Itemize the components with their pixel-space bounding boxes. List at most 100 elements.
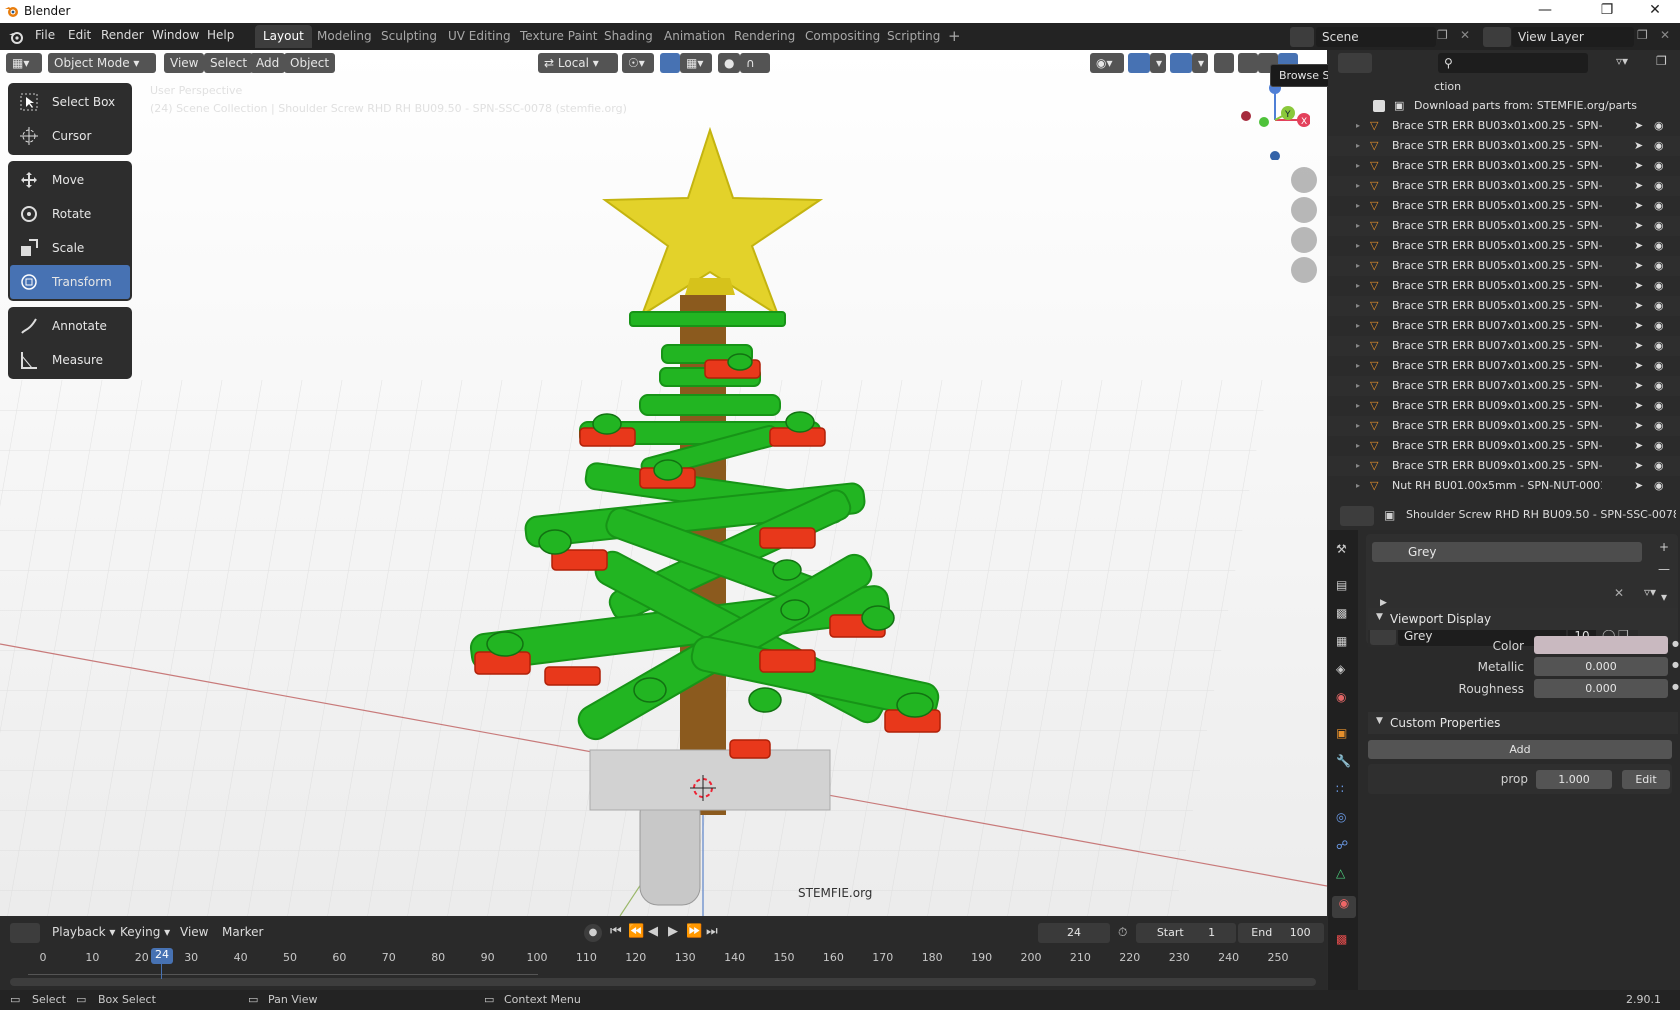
jump-start-button[interactable]: ⏮ xyxy=(610,924,622,939)
outliner-item[interactable]: ▸ ▽ Brace STR ERR BU05x01x00.25 - SPN-BRC-… xyxy=(1328,236,1680,256)
menu-select[interactable]: Select xyxy=(204,53,254,73)
pivot-select[interactable]: ☉▾ xyxy=(622,53,654,73)
timeline-editor-type[interactable] xyxy=(10,923,40,943)
selectable-icon[interactable]: ➤ xyxy=(1634,316,1643,336)
outliner-item[interactable]: ▸ ▽ Brace STR ERR BU07x01x00.25 - SPN-BRC-… xyxy=(1328,376,1680,396)
render-tab-icon[interactable]: ▤ xyxy=(1336,578,1352,594)
modifier-tab-icon[interactable]: 🔧 xyxy=(1336,754,1352,770)
outliner-item[interactable]: ▸ ▽ Brace STR ERR BU03x01x00.25 - SPN-BRC-… xyxy=(1328,116,1680,136)
tab-rendering[interactable]: Rendering xyxy=(726,25,803,48)
material-slot-item[interactable]: Grey xyxy=(1372,542,1642,562)
eye-icon[interactable]: ◉ xyxy=(1654,196,1664,216)
constraints-tab-icon[interactable]: ☍ xyxy=(1336,838,1352,854)
blender-menu-icon[interactable] xyxy=(8,29,24,45)
mode-select[interactable]: Object Mode ▾ xyxy=(48,53,156,73)
edit-property-button[interactable]: Edit xyxy=(1622,770,1670,789)
tool-transform[interactable]: Transform xyxy=(10,265,130,299)
eye-icon[interactable]: ◉ xyxy=(1654,296,1664,316)
record-button[interactable]: ● xyxy=(584,924,602,942)
outliner-search-input[interactable]: ⚲ xyxy=(1438,53,1588,73)
selectable-icon[interactable]: ➤ xyxy=(1634,336,1643,356)
tab-uv-editing[interactable]: UV Editing xyxy=(440,25,519,48)
slot-specials-button[interactable]: ▾ xyxy=(1654,590,1674,610)
expand-icon[interactable]: ▸ xyxy=(1356,236,1360,256)
jump-end-button[interactable]: ⏭ xyxy=(706,924,718,939)
metallic-slider[interactable]: 0.000 xyxy=(1534,657,1668,676)
minimize-button[interactable]: — xyxy=(1530,2,1560,18)
outliner-editor-type[interactable] xyxy=(1338,53,1372,73)
expand-icon[interactable]: ▸ xyxy=(1356,416,1360,436)
outliner-item[interactable]: ▸ ▽ Brace STR ERR BU09x01x00.25 - SPN-BRC-… xyxy=(1328,396,1680,416)
roughness-slider[interactable]: 0.000 xyxy=(1534,679,1668,698)
next-keyframe-button[interactable]: ⏩ xyxy=(686,924,702,939)
tool-measure[interactable]: Measure xyxy=(10,343,130,377)
add-workspace-button[interactable]: + xyxy=(940,25,969,48)
shading-wireframe[interactable] xyxy=(1238,53,1258,73)
preview-range-icon[interactable]: ⏱ xyxy=(1118,925,1127,940)
selectable-icon[interactable]: ➤ xyxy=(1634,236,1643,256)
pan-view-icon[interactable] xyxy=(1291,197,1317,223)
tab-scripting[interactable]: Scripting xyxy=(879,25,948,48)
new-collection-icon[interactable]: ❐ xyxy=(1656,54,1667,68)
expand-icon[interactable]: ▸ xyxy=(1356,476,1360,496)
selectable-icon[interactable]: ➤ xyxy=(1634,416,1643,436)
menu-help[interactable]: Help xyxy=(207,28,234,42)
expand-icon[interactable]: ▸ xyxy=(1356,176,1360,196)
view-layer-browse-button[interactable] xyxy=(1483,27,1511,47)
expand-icon[interactable]: ▸ xyxy=(1356,116,1360,136)
eye-icon[interactable]: ◉ xyxy=(1654,156,1664,176)
snap-toggle[interactable] xyxy=(660,53,680,73)
eye-icon[interactable]: ◉ xyxy=(1654,356,1664,376)
navigation-gizmo[interactable]: X Y xyxy=(1230,80,1310,160)
delete-scene-icon[interactable]: ✕ xyxy=(1460,28,1470,42)
selectable-icon[interactable]: ➤ xyxy=(1634,296,1643,316)
unlink-material-icon[interactable]: ✕ xyxy=(1614,586,1624,600)
outliner-item[interactable]: ▸ ▽ Brace STR ERR BU05x01x00.25 - SPN-BRC-… xyxy=(1328,276,1680,296)
viewport-display-header[interactable]: ▼ Viewport Display xyxy=(1368,608,1678,630)
selectable-icon[interactable]: ➤ xyxy=(1634,256,1643,276)
particles-tab-icon[interactable]: ∷ xyxy=(1336,782,1352,798)
expand-icon[interactable]: ▸ xyxy=(1356,296,1360,316)
properties-editor-type[interactable] xyxy=(1340,506,1374,526)
eye-icon[interactable]: ◉ xyxy=(1654,136,1664,156)
selectable-icon[interactable]: ➤ xyxy=(1634,116,1643,136)
texture-tab-icon[interactable]: ▩ xyxy=(1336,932,1352,948)
overlay-options[interactable]: ▾ xyxy=(1192,53,1208,73)
tab-layout[interactable]: Layout xyxy=(255,25,312,48)
maximize-button[interactable]: ❐ xyxy=(1592,2,1622,18)
prop-value[interactable]: 1.000 xyxy=(1536,770,1612,789)
eye-icon[interactable]: ◉ xyxy=(1654,436,1664,456)
eye-icon[interactable]: ◉ xyxy=(1654,216,1664,236)
tab-shading[interactable]: Shading xyxy=(596,25,661,48)
expand-icon[interactable]: ▸ xyxy=(1356,336,1360,356)
tab-compositing[interactable]: Compositing xyxy=(797,25,888,48)
collection-row[interactable]: ▣ Download parts from: STEMFIE.org/parts xyxy=(1328,96,1680,116)
camera-view-icon[interactable] xyxy=(1291,227,1317,253)
menu-view[interactable]: View xyxy=(164,53,205,73)
new-view-layer-icon[interactable]: ❐ xyxy=(1637,28,1648,42)
snap-target-select[interactable]: ▦▾ xyxy=(680,53,712,73)
tool-rotate[interactable]: Rotate xyxy=(10,197,130,231)
menu-playback[interactable]: Playback ▾ xyxy=(52,925,115,939)
view-layer-field[interactable]: View Layer xyxy=(1512,27,1634,47)
selectable-icon[interactable]: ➤ xyxy=(1634,376,1643,396)
view-layer-tab-icon[interactable]: ▦ xyxy=(1336,634,1352,650)
outliner-item[interactable]: ▸ ▽ Brace STR ERR BU07x01x00.25 - SPN-BRC-… xyxy=(1328,336,1680,356)
remove-slot-button[interactable]: — xyxy=(1654,562,1674,582)
start-frame-field[interactable]: Start 1 xyxy=(1136,923,1236,943)
expand-icon[interactable]: ▸ xyxy=(1356,136,1360,156)
menu-object[interactable]: Object xyxy=(284,53,336,73)
keyframe-dot[interactable]: ● xyxy=(1672,660,1679,669)
tab-texture-paint[interactable]: Texture Paint xyxy=(512,25,605,48)
keyframe-dot[interactable]: ● xyxy=(1672,682,1679,691)
zoom-view-icon[interactable] xyxy=(1291,167,1317,193)
delete-view-layer-icon[interactable]: ✕ xyxy=(1660,28,1670,42)
expand-icon[interactable]: ▸ xyxy=(1356,156,1360,176)
menu-edit[interactable]: Edit xyxy=(68,28,91,42)
color-swatch[interactable] xyxy=(1534,636,1668,654)
selectable-icon[interactable]: ➤ xyxy=(1634,356,1643,376)
selectable-icon[interactable]: ➤ xyxy=(1634,436,1643,456)
eye-icon[interactable]: ◉ xyxy=(1654,276,1664,296)
selectable-icon[interactable]: ➤ xyxy=(1634,196,1643,216)
editor-type-button[interactable]: ▦▾ xyxy=(6,53,42,73)
